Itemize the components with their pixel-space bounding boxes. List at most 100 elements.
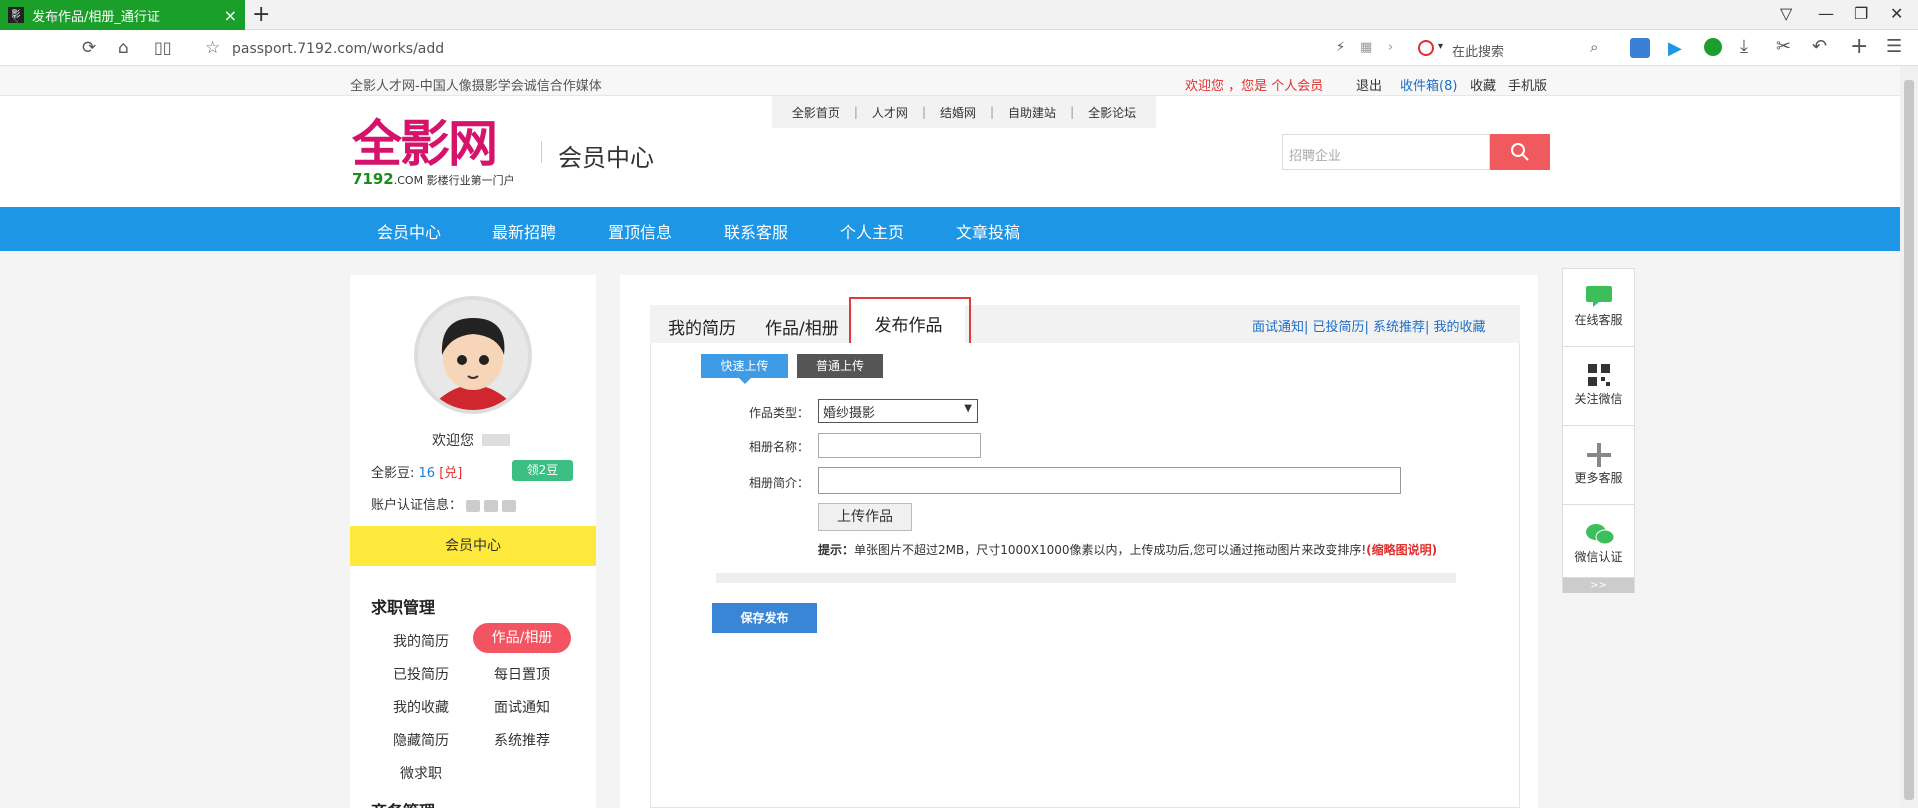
upload-hint: 提示：单张图片不超过2MB，尺寸1000X1000像素以内，上传成功后,您可以通… xyxy=(818,541,1437,558)
sidebar-item-hide-resume[interactable]: 隐藏简历 xyxy=(393,730,449,750)
close-window-icon[interactable]: ✕ xyxy=(1890,4,1903,23)
sidebar-item-works[interactable]: 作品/相册 xyxy=(473,623,571,653)
toplink-talent[interactable]: 人才网 xyxy=(858,104,922,121)
search-engine-icon[interactable] xyxy=(1418,40,1434,56)
home-icon[interactable]: ⌂ xyxy=(118,38,129,58)
browser-search-input[interactable]: 在此搜索 xyxy=(1452,41,1504,60)
avatar[interactable] xyxy=(414,296,532,414)
album-desc-textarea[interactable] xyxy=(818,467,1401,494)
add-icon[interactable]: + xyxy=(1850,34,1868,59)
reader-icon[interactable]: ▯▯ xyxy=(154,38,172,57)
form-divider xyxy=(716,573,1456,583)
toplink-forum[interactable]: 全影论坛 xyxy=(1074,104,1150,121)
top-info-bar xyxy=(0,66,1900,96)
logo-number: 7192 xyxy=(352,170,394,188)
restore-window-icon[interactable]: ❐ xyxy=(1854,4,1868,23)
hint-text: 单张图片不超过2MB，尺寸1000X1000像素以内，上传成功后,您可以通过拖动… xyxy=(854,543,1367,557)
beans-info: 全影豆: 16 [兑] xyxy=(371,462,462,481)
sidebar-item-favorites[interactable]: 我的收藏 xyxy=(393,697,449,717)
favorites-link[interactable]: 收藏 xyxy=(1470,75,1496,94)
lightning-icon[interactable]: ⚡ xyxy=(1336,40,1345,55)
toplink-site[interactable]: 自助建站 xyxy=(994,104,1070,121)
sidebar-item-interviews[interactable]: 面试通知 xyxy=(494,697,550,717)
sidebar-item-sent-resumes[interactable]: 已投简历 xyxy=(393,664,449,684)
search-icon[interactable]: ⌕ xyxy=(1590,38,1598,56)
wechat-verify-item[interactable]: 微信认证 xyxy=(1563,506,1634,578)
tab-works-album[interactable]: 作品/相册 xyxy=(765,314,839,339)
reload-icon[interactable]: ⟳ xyxy=(82,38,96,58)
thumbnail-help-link[interactable]: (缩略图说明) xyxy=(1366,543,1437,557)
browser-tab-active[interactable]: 影 发布作品/相册_通行证 × xyxy=(0,0,245,30)
sidebar-item-daily-top[interactable]: 每日置顶 xyxy=(494,664,550,684)
chat-icon[interactable] xyxy=(1704,38,1722,56)
menu-icon[interactable]: ☰ xyxy=(1886,36,1902,57)
phone-verify-icon[interactable] xyxy=(466,499,481,512)
undo-icon[interactable]: ↶ xyxy=(1812,36,1827,57)
album-name-label: 相册名称： xyxy=(749,440,810,454)
nav-latest-jobs[interactable]: 最新招聘 xyxy=(492,219,556,243)
toplink-wedding[interactable]: 结婚网 xyxy=(926,104,990,121)
sidebar-item-micro-job[interactable]: 微求职 xyxy=(400,763,442,783)
exchange-link[interactable]: [兑] xyxy=(439,466,462,481)
wechat-icon xyxy=(1585,522,1614,545)
wechat-verify-label: 微信认证 xyxy=(1574,550,1623,564)
header-search-input[interactable]: 招聘企业 xyxy=(1282,134,1490,170)
qrcode-icon xyxy=(1585,364,1613,386)
upload-works-button[interactable]: 上传作品 xyxy=(818,503,912,531)
quick-links[interactable]: 面试通知| 已投简历| 系统推荐| 我的收藏 xyxy=(1252,316,1486,335)
save-publish-button[interactable]: 保存发布 xyxy=(712,603,817,633)
logo-tagline: 影楼行业第一门户 xyxy=(426,174,515,187)
nav-member-center[interactable]: 会员中心 xyxy=(377,219,441,243)
sidebar-item-recommend[interactable]: 系统推荐 xyxy=(494,730,550,750)
logo-text: 全影网 xyxy=(352,114,498,173)
nav-top-info[interactable]: 置顶信息 xyxy=(608,219,672,243)
mobile-link[interactable]: 手机版 xyxy=(1508,75,1547,94)
expand-icon[interactable]: › xyxy=(1388,40,1393,55)
plus-icon xyxy=(1585,443,1613,467)
quick-upload-tab[interactable]: 快速上传 xyxy=(701,354,788,384)
minimize-window-icon[interactable]: — xyxy=(1818,4,1834,23)
main-nav xyxy=(0,207,1900,251)
toplink-home[interactable]: 全影首页 xyxy=(778,104,854,121)
inbox-link[interactable]: 收件箱(8) xyxy=(1400,75,1457,94)
new-tab-button[interactable]: + xyxy=(252,2,270,27)
verify-label: 账户认证信息： xyxy=(371,498,463,513)
play-icon[interactable]: ▶ xyxy=(1668,38,1682,59)
online-service-item[interactable]: 在线客服 xyxy=(1563,269,1634,347)
nav-contact[interactable]: 联系客服 xyxy=(724,219,788,243)
email-verify-icon[interactable] xyxy=(484,499,499,512)
translate-icon[interactable] xyxy=(1630,38,1650,58)
qr-icon[interactable]: ▦ xyxy=(1360,40,1372,55)
logout-link[interactable]: 退出 xyxy=(1356,75,1382,94)
bookmark-star-icon[interactable]: ☆ xyxy=(205,38,220,58)
chat-bubble-icon xyxy=(1585,285,1613,307)
album-name-input[interactable] xyxy=(818,433,981,458)
logo-com: .COM xyxy=(393,174,424,187)
header-search-button[interactable] xyxy=(1490,134,1550,170)
scissors-icon[interactable]: ✂ xyxy=(1776,36,1791,57)
id-verify-icon[interactable] xyxy=(502,499,517,512)
forward-icon[interactable]: › xyxy=(50,6,58,30)
nav-homepage[interactable]: 个人主页 xyxy=(840,219,904,243)
minimize-tabs-icon[interactable]: ▽ xyxy=(1780,4,1792,23)
sidebar-welcome: 欢迎您 xyxy=(432,433,474,449)
download-icon[interactable]: ⤓ xyxy=(1740,36,1748,57)
get-beans-button[interactable]: 领2豆 xyxy=(512,460,573,481)
job-section-title: 求职管理 xyxy=(371,598,436,617)
tab-my-resume[interactable]: 我的简历 xyxy=(668,314,736,339)
nav-submit-article[interactable]: 文章投稿 xyxy=(956,219,1020,243)
float-expand-button[interactable]: >> xyxy=(1563,578,1634,593)
sidebar-item-resume[interactable]: 我的简历 xyxy=(393,631,449,651)
scrollbar-thumb[interactable] xyxy=(1904,80,1914,800)
back-icon[interactable]: ‹ xyxy=(12,6,20,30)
biz-section-title: 商务管理 xyxy=(371,798,435,808)
sidebar-member-center[interactable]: 会员中心 xyxy=(350,526,596,566)
dropdown-icon[interactable]: ▾ xyxy=(1438,41,1443,52)
works-type-select[interactable]: 婚纱摄影 ▼ xyxy=(818,399,978,423)
normal-upload-tab[interactable]: 普通上传 xyxy=(797,354,883,378)
close-tab-icon[interactable]: × xyxy=(224,6,237,25)
more-service-item[interactable]: 更多客服 xyxy=(1563,427,1634,505)
site-logo[interactable]: 全影网 7192.COM 影楼行业第一门户 xyxy=(352,114,522,189)
follow-wechat-item[interactable]: 关注微信 xyxy=(1563,348,1634,426)
url-field[interactable]: passport.7192.com/works/add xyxy=(232,41,444,57)
